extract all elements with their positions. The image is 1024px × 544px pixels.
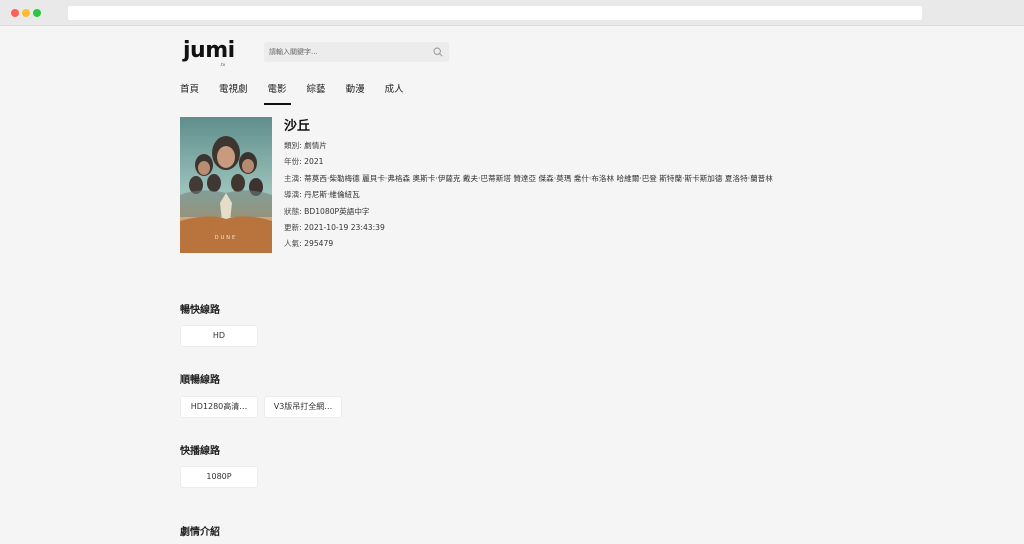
source-section-title: 暢快線路 <box>180 305 220 316</box>
meta-key: 狀態: <box>284 206 302 216</box>
meta-value: 295479 <box>304 239 334 249</box>
meta-value: 2021-10-19 23:43:39 <box>304 222 385 232</box>
meta-updated: 更新: 2021-10-19 23:43:39 <box>284 222 773 238</box>
meta-key: 導演: <box>284 190 302 200</box>
meta-director: 導演: 丹尼斯·維倫紐瓦 <box>284 189 773 205</box>
source-button[interactable]: 1080P <box>180 466 258 488</box>
meta-key: 更新: <box>284 222 302 232</box>
meta-key: 人氣: <box>284 239 302 249</box>
search-input[interactable] <box>269 45 429 59</box>
page: JUMI .tv 首頁 電視劇 電影 綜藝 動漫 成人 <box>0 27 1024 544</box>
meta-key: 主演: <box>284 173 302 183</box>
minimize-window-icon[interactable] <box>22 9 30 17</box>
site-logo[interactable]: JUMI .tv <box>183 38 235 68</box>
nav-item-anime[interactable]: 動漫 <box>346 83 365 105</box>
meta-year: 年份: 2021 <box>284 156 773 172</box>
nav-item-movies[interactable]: 電影 <box>263 83 291 105</box>
maximize-window-icon[interactable] <box>33 9 41 17</box>
browser-chrome <box>0 0 1024 26</box>
search-box <box>264 42 449 62</box>
movie-poster[interactable]: DUNE <box>180 117 272 253</box>
poster-title-text: DUNE <box>215 235 237 241</box>
movie-meta: 類別: 劇情片 年份: 2021 主演: 蒂莫西·柴勒梅德 麗貝卡·弗格森 奧斯… <box>284 140 773 255</box>
meta-popularity: 人氣: 295479 <box>284 238 773 254</box>
logo-text: JUMI <box>183 38 235 63</box>
meta-value: 丹尼斯·維倫紐瓦 <box>304 190 360 200</box>
movie-title: 沙丘 <box>284 119 311 134</box>
meta-value: 劇情片 <box>304 141 327 150</box>
meta-genre: 類別: 劇情片 <box>284 140 773 156</box>
search-icon[interactable] <box>433 47 443 57</box>
address-bar[interactable] <box>68 6 922 20</box>
nav-item-tv-series[interactable]: 電視劇 <box>219 83 248 105</box>
meta-key: 類別: <box>284 141 302 150</box>
source-button[interactable]: HD <box>180 325 258 347</box>
source-section-title: 順暢線路 <box>180 375 220 386</box>
main-nav: 首頁 電視劇 電影 綜藝 動漫 成人 <box>180 83 424 105</box>
logo-sub-text: .tv <box>220 62 226 67</box>
close-window-icon[interactable] <box>11 9 19 17</box>
source-button[interactable]: V3版吊打全網… <box>264 396 342 418</box>
meta-status: 狀態: BD1080P英語中字 <box>284 206 773 222</box>
source-button[interactable]: HD1280高清… <box>180 396 258 418</box>
poster-image: DUNE <box>180 117 272 253</box>
nav-item-variety[interactable]: 綜藝 <box>307 83 326 105</box>
nav-item-adult[interactable]: 成人 <box>385 83 404 105</box>
meta-value: 2021 <box>304 157 324 167</box>
meta-value: 蒂莫西·柴勒梅德 麗貝卡·弗格森 奧斯卡·伊薩克 戴夫·巴蒂斯塔 贊達亞 傑森·… <box>304 173 773 183</box>
nav-item-home[interactable]: 首頁 <box>180 83 199 105</box>
source-section-title: 快播線路 <box>180 446 220 457</box>
meta-cast: 主演: 蒂莫西·柴勒梅德 麗貝卡·弗格森 奧斯卡·伊薩克 戴夫·巴蒂斯塔 贊達亞… <box>284 173 773 189</box>
meta-key: 年份: <box>284 157 302 167</box>
meta-value: BD1080P英語中字 <box>304 206 370 216</box>
synopsis-title: 劇情介紹 <box>180 527 220 538</box>
